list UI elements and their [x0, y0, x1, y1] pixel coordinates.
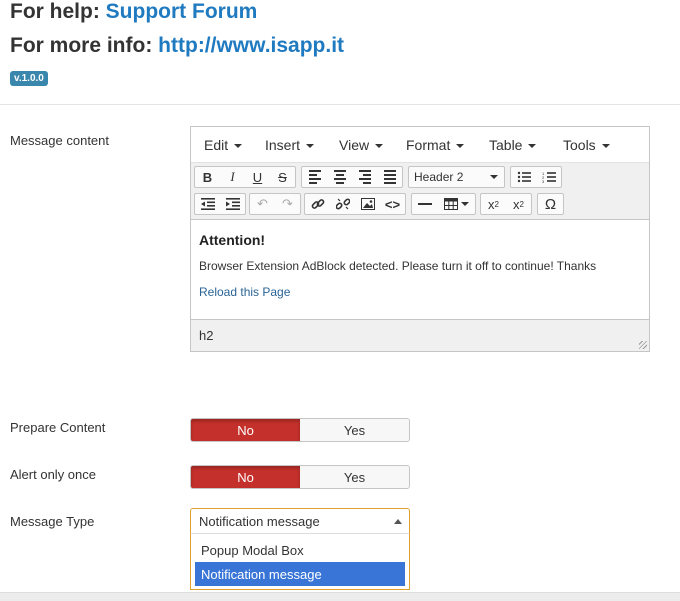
- chevron-down-icon: [490, 175, 498, 179]
- chevron-down-icon: [456, 144, 465, 149]
- link-icon[interactable]: [305, 194, 330, 214]
- align-left-icon[interactable]: [302, 167, 327, 187]
- hr-table-group: [411, 193, 476, 215]
- list-group: 123: [510, 166, 562, 188]
- code-icon[interactable]: <>: [380, 194, 405, 214]
- menu-view-label: View: [339, 137, 370, 153]
- option-popup-modal[interactable]: Popup Modal Box: [195, 538, 405, 562]
- italic-icon[interactable]: I: [220, 167, 245, 187]
- version-badge: v.1.0.0: [10, 71, 48, 86]
- option-notification[interactable]: Notification message: [195, 562, 405, 586]
- menu-table-label: Table: [489, 137, 523, 153]
- content-paragraph: Browser Extension AdBlock detected. Plea…: [199, 259, 597, 273]
- info-line: For more info: http://www.isapp.it: [10, 34, 344, 58]
- message-type-value: Notification message: [199, 514, 320, 529]
- website-link[interactable]: http://www.isapp.it: [158, 34, 344, 57]
- superscript-icon[interactable]: x2: [506, 194, 531, 214]
- format-group: B I U S: [194, 166, 296, 188]
- menu-tools[interactable]: Tools: [563, 137, 610, 153]
- image-icon[interactable]: [355, 194, 380, 214]
- align-justify-icon[interactable]: [377, 167, 402, 187]
- chevron-down-icon: [234, 144, 243, 149]
- alert-once-toggle: No Yes: [190, 465, 410, 489]
- reload-link[interactable]: Reload this Page: [199, 285, 641, 299]
- menu-format[interactable]: Format: [406, 137, 465, 153]
- prepare-content-yes[interactable]: Yes: [300, 419, 409, 441]
- svg-text:3: 3: [542, 179, 545, 183]
- help-prefix: For help:: [10, 0, 100, 23]
- strikethrough-icon[interactable]: S: [270, 167, 295, 187]
- block-format-select[interactable]: Header 2: [409, 167, 504, 187]
- chevron-down-icon: [528, 144, 537, 149]
- special-char-group: Ω: [537, 193, 564, 215]
- help-line: For help: Support Forum: [10, 0, 257, 24]
- alert-once-no[interactable]: No: [191, 466, 300, 488]
- menu-insert-label: Insert: [265, 137, 301, 153]
- resize-handle-icon[interactable]: [639, 341, 647, 349]
- rich-text-editor: Edit Insert View Format Table Tools B I …: [190, 126, 650, 352]
- block-format-group: Header 2: [408, 166, 505, 188]
- menu-edit-label: Edit: [204, 137, 229, 153]
- insert-group: <>: [304, 193, 406, 215]
- chevron-down-icon: [601, 144, 610, 149]
- content-heading: Attention!: [199, 232, 266, 248]
- alert-once-yes[interactable]: Yes: [300, 466, 409, 488]
- align-right-icon[interactable]: [352, 167, 377, 187]
- editor-statusbar: h2: [191, 319, 649, 351]
- undo-icon[interactable]: ↶: [250, 194, 275, 214]
- element-path[interactable]: h2: [199, 328, 213, 343]
- horizontal-rule-icon[interactable]: [412, 194, 437, 214]
- message-type-dropdown: Popup Modal Box Notification message: [190, 533, 410, 590]
- menu-format-label: Format: [406, 137, 451, 153]
- message-content-label: Message content: [10, 133, 110, 148]
- message-type-label: Message Type: [10, 514, 95, 529]
- numbered-list-icon[interactable]: 123: [536, 167, 561, 187]
- underline-icon[interactable]: U: [245, 167, 270, 187]
- unlink-icon[interactable]: [330, 194, 355, 214]
- align-center-icon[interactable]: [327, 167, 352, 187]
- bullet-list-icon[interactable]: [511, 167, 536, 187]
- chevron-down-icon: [375, 144, 384, 149]
- prepare-content-label: Prepare Content: [10, 420, 106, 435]
- editor-content[interactable]: Attention! Browser Extension AdBlock det…: [191, 220, 649, 319]
- script-group: x2 x2: [480, 193, 532, 215]
- history-group: ↶ ↷: [249, 193, 301, 215]
- menu-tools-label: Tools: [563, 137, 596, 153]
- menu-table[interactable]: Table: [489, 137, 537, 153]
- omega-icon[interactable]: Ω: [538, 194, 563, 214]
- subscript-icon[interactable]: x2: [481, 194, 506, 214]
- block-format-value: Header 2: [414, 170, 464, 184]
- align-group: [301, 166, 403, 188]
- support-forum-link[interactable]: Support Forum: [106, 0, 258, 23]
- prepare-content-toggle: No Yes: [190, 418, 410, 442]
- editor-menubar: Edit Insert View Format Table Tools: [191, 127, 649, 163]
- chevron-down-icon: [460, 202, 469, 206]
- bold-icon[interactable]: B: [195, 167, 220, 187]
- menu-edit[interactable]: Edit: [204, 137, 243, 153]
- divider: [0, 104, 680, 105]
- redo-icon[interactable]: ↷: [275, 194, 300, 214]
- indent-group: [194, 193, 246, 215]
- table-icon[interactable]: [437, 194, 475, 214]
- message-type-select[interactable]: Notification message: [190, 508, 410, 534]
- menu-insert[interactable]: Insert: [265, 137, 315, 153]
- chevron-up-icon: [394, 519, 402, 524]
- menu-view[interactable]: View: [339, 137, 384, 153]
- info-prefix: For more info:: [10, 34, 153, 57]
- indent-icon[interactable]: [220, 194, 245, 214]
- editor-toolbar: B I U S Header 2 123 ↶ ↷ <> x 2 x 2 Ω: [191, 163, 649, 220]
- prepare-content-no[interactable]: No: [191, 419, 300, 441]
- alert-once-label: Alert only once: [10, 467, 96, 482]
- outdent-icon[interactable]: [195, 194, 220, 214]
- chevron-down-icon: [306, 144, 315, 149]
